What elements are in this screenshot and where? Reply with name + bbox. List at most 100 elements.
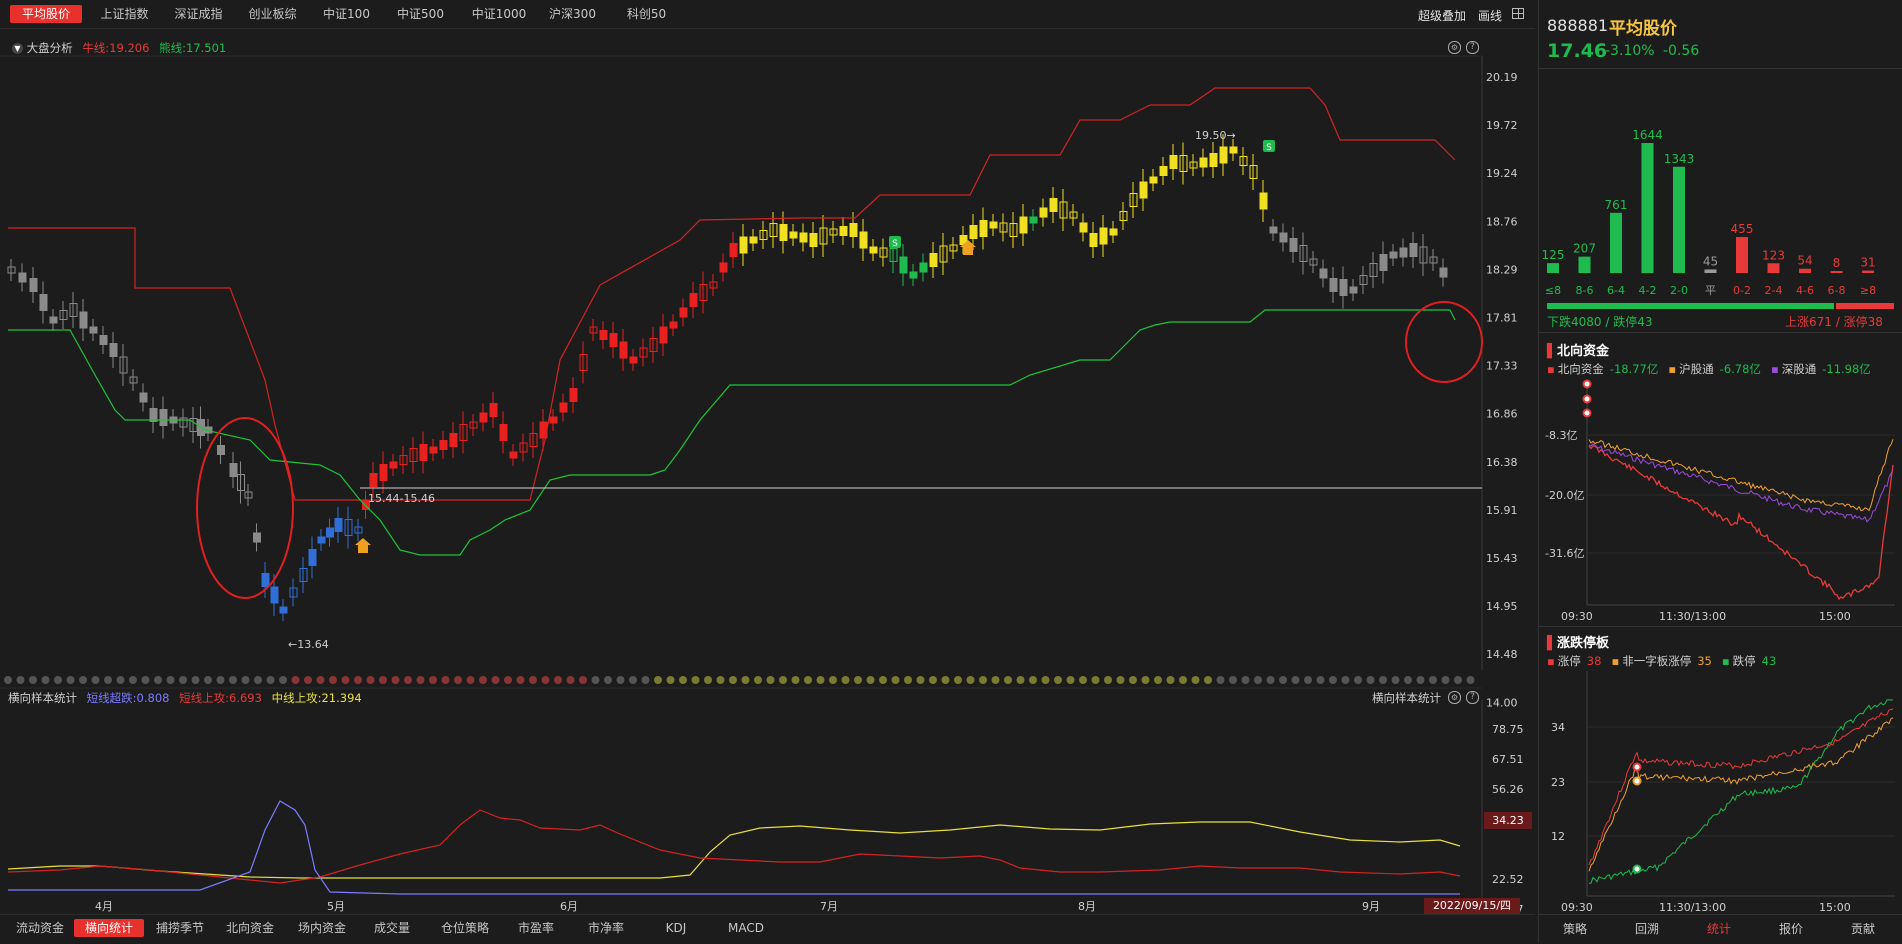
north-title: ▌北向资金: [1547, 344, 1610, 359]
btab-kdj[interactable]: KDJ: [646, 919, 706, 937]
svg-text:S: S: [892, 239, 898, 249]
distribution-label: 4-6: [1796, 284, 1814, 297]
high-annotation: 19.50→: [1195, 129, 1236, 142]
distribution-label: 平: [1705, 284, 1716, 297]
north-y-tick: -31.6亿: [1545, 547, 1584, 560]
distribution-label: 4-2: [1639, 284, 1657, 297]
x-month-label: 9月: [1362, 900, 1380, 913]
buy-signal-icon: [355, 538, 371, 553]
distribution-label: ≥8: [1860, 284, 1876, 297]
btab-pb[interactable]: 市净率: [576, 919, 636, 937]
north-x-tick: 09:30: [1561, 610, 1593, 623]
side-tab-backtrack[interactable]: 回溯: [1611, 920, 1683, 937]
distribution-value: 54: [1797, 254, 1812, 268]
highlight-circle-left: [196, 417, 294, 599]
legend-item: ▪ 深股通 -11.98亿: [1770, 362, 1871, 376]
x-month-label: 4月: [95, 900, 113, 913]
current-date-badge: 2022/09/15/四: [1424, 898, 1520, 914]
distribution-bar: [1673, 166, 1685, 273]
sh-connect-line: [1588, 439, 1894, 512]
distribution-label: ≤8: [1545, 284, 1561, 297]
range-annotation: 15.44-15.46: [368, 492, 435, 505]
north-y-tick: -8.3亿: [1545, 429, 1577, 442]
distribution-value: 125: [1542, 248, 1565, 262]
limit-up-line: [1588, 708, 1894, 866]
distribution-bar: [1610, 212, 1622, 273]
y-tick-label: 19.72: [1486, 119, 1518, 132]
up-count: 上涨671 / 涨停38: [1785, 315, 1883, 329]
distribution-value: 45: [1703, 254, 1718, 268]
limit-title: ▌涨跌停板: [1547, 636, 1610, 651]
sub-y-tick-label: 56.26: [1492, 783, 1524, 796]
low-annotation: ←13.64: [288, 638, 329, 651]
btab-pe[interactable]: 市盈率: [506, 919, 566, 937]
y-tick-label: 15.91: [1486, 504, 1518, 517]
side-tab-bar: 策略 回溯 统计 报价 贡献: [1539, 914, 1902, 944]
stock-name: 平均股价: [1609, 19, 1677, 39]
distribution-bar: [1799, 268, 1811, 273]
y-tick-label: 17.33: [1486, 360, 1518, 373]
y-tick-label: 14.48: [1486, 648, 1518, 661]
sell-signal-icon-2: S: [1263, 140, 1275, 153]
btab-macd[interactable]: MACD: [716, 919, 776, 937]
btab-fishing-season[interactable]: 捕捞季节: [148, 919, 212, 937]
distribution-value: 207: [1573, 242, 1596, 256]
distribution-chart: 125 ≤8 207 8-6 761 6-4 1644 4-2 1343 2-0 45 平 455 0-2…: [1542, 128, 1877, 297]
down-count: 下跌4080 / 跌停43: [1547, 315, 1653, 329]
side-tab-strategy[interactable]: 策略: [1539, 920, 1611, 937]
y-tick-label: 15.43: [1486, 552, 1518, 565]
x-month-label: 6月: [560, 900, 578, 913]
bottom-tab-bar: 流动资金 横向统计 捕捞季节 北向资金 场内资金 成交量 仓位策略 市盈率 市净…: [0, 914, 1535, 944]
distribution-bar: [1830, 271, 1843, 273]
distribution-bar: [1547, 263, 1559, 273]
side-tab-quote[interactable]: 报价: [1755, 920, 1827, 937]
short-oversold-line: [8, 800, 1460, 895]
y-tick-label: 17.81: [1486, 312, 1518, 325]
distribution-bar: [1767, 263, 1780, 273]
distribution-label: 6-8: [1828, 284, 1846, 297]
sub-y-tick-label: 22.52: [1492, 873, 1524, 886]
distribution-label: 6-4: [1607, 284, 1625, 297]
y-tick-label: 18.29: [1486, 263, 1518, 276]
distribution-value: 123: [1762, 248, 1785, 262]
x-month-label: 8月: [1078, 900, 1096, 913]
btab-onfloor-funds[interactable]: 场内资金: [290, 919, 354, 937]
distribution-label: 2-0: [1670, 284, 1688, 297]
distribution-value: 455: [1731, 222, 1754, 236]
sell-signal-icon: S: [889, 236, 901, 249]
sz-connect-line: [1588, 443, 1894, 523]
stock-price: 17.46: [1547, 40, 1608, 62]
legend-item: ▪ 沪股通 -6.78亿: [1668, 362, 1761, 376]
highlight-circle-right: [1405, 301, 1483, 383]
y-tick-label: 16.86: [1486, 408, 1518, 421]
stock-code: 888881: [1547, 16, 1609, 35]
sub-indicator-chart[interactable]: 78.7567.5156.2645.0122.5211.27 4月5月6月7月8…: [0, 700, 1538, 915]
side-tab-stats[interactable]: 统计: [1683, 920, 1755, 937]
legend-item: ▪ 北向资金 -18.77亿: [1547, 362, 1659, 376]
btab-volume[interactable]: 成交量: [362, 919, 422, 937]
stock-change: -0.56: [1663, 43, 1700, 59]
y-tick-label: 16.38: [1486, 456, 1518, 469]
btab-northbound[interactable]: 北向资金: [218, 919, 282, 937]
limit-x-tick: 09:30: [1561, 901, 1593, 914]
north-funds-chart: -8.3亿 -20.0亿 -31.6亿 09:30 11:30/13:00 15:00: [1545, 379, 1895, 623]
north-x-tick: 15:00: [1819, 610, 1851, 623]
y-tick-label: 19.24: [1486, 167, 1518, 180]
distribution-value: 31: [1860, 256, 1875, 270]
short-attack-line: [7, 809, 1461, 884]
btab-liquidity[interactable]: 流动资金: [8, 919, 72, 937]
btab-horizontal-stats[interactable]: 横向统计: [74, 919, 144, 937]
x-month-label: 7月: [820, 900, 838, 913]
limit-chart: 34 23 12 09:30 11:30/13:00 15:00: [1551, 671, 1895, 914]
right-panel: 888881 平均股价 17.46 -3.10% -0.56 125 ≤8 207 8…: [1538, 0, 1902, 943]
distribution-value: 1343: [1664, 152, 1695, 166]
btab-position[interactable]: 仓位策略: [430, 919, 500, 937]
side-tab-contrib[interactable]: 贡献: [1827, 920, 1899, 937]
north-y-tick: -20.0亿: [1545, 489, 1584, 502]
limit-y-tick: 23: [1551, 776, 1565, 789]
x-month-label: 5月: [327, 900, 345, 913]
north-funds-line: [1588, 445, 1894, 601]
distribution-bar: [1578, 256, 1591, 273]
distribution-label: 0-2: [1733, 284, 1751, 297]
bull-line: [8, 87, 1456, 501]
